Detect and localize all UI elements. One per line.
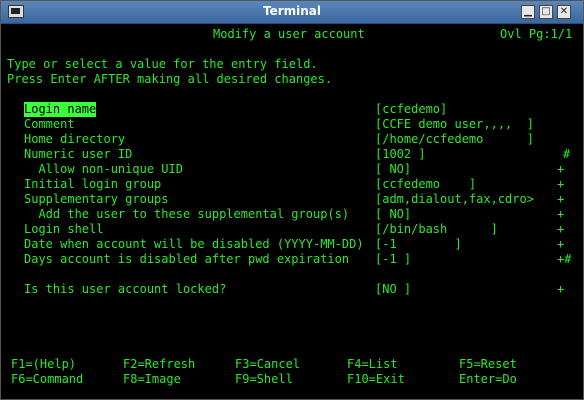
fkey-command[interactable]: F6=Command xyxy=(11,372,83,387)
field-marker: +# xyxy=(557,252,572,266)
terminal-window: Terminal ▁ □ ✕ Modify a user account Ovl… xyxy=(0,0,584,400)
field-label-account-disable-date[interactable]: Date when account will be disabled (YYYY… xyxy=(24,237,364,252)
fkey-shell[interactable]: F9=Shell xyxy=(235,372,293,387)
fkey-list[interactable]: F4=List xyxy=(347,357,398,372)
field-marker: # xyxy=(563,147,571,161)
terminal-screen[interactable]: Modify a user account Ovl Pg:1/1 Type or… xyxy=(7,24,577,394)
field-value-account-locked[interactable]: [NO ] xyxy=(375,282,411,297)
title-bar[interactable]: Terminal ▁ □ ✕ xyxy=(1,1,583,24)
field-label-numeric-uid[interactable]: Numeric user ID xyxy=(24,147,132,162)
fkey-enter-do[interactable]: Enter=Do xyxy=(459,372,517,387)
field-marker: + xyxy=(557,207,565,221)
fkey-help[interactable]: F1=(Help) xyxy=(11,357,76,372)
field-marker: + xyxy=(557,192,565,206)
fkey-image[interactable]: F8=Image xyxy=(123,372,181,387)
field-value-allow-non-unique-uid[interactable]: [ NO] xyxy=(375,162,411,177)
field-marker: + xyxy=(557,222,565,236)
screen-title: Modify a user account xyxy=(213,27,365,41)
field-label-home-directory[interactable]: Home directory xyxy=(24,132,125,147)
field-label-supplementary-groups[interactable]: Supplementary groups xyxy=(24,192,169,207)
maximize-button[interactable]: □ xyxy=(539,5,553,19)
field-marker: + xyxy=(557,282,565,296)
window-title: Terminal xyxy=(262,4,322,18)
instruction-line-2: Press Enter AFTER making all desired cha… xyxy=(7,72,333,86)
field-label-initial-login-group[interactable]: Initial login group xyxy=(24,177,161,192)
field-label-login-name[interactable]: Login name xyxy=(24,102,97,117)
instruction-line-1: Type or select a value for the entry fie… xyxy=(7,57,318,71)
field-value-supplementary-groups[interactable]: [adm,dialout,fax,cdro> xyxy=(375,192,534,207)
field-value-login-name[interactable]: [ccfedemo] xyxy=(375,102,447,117)
fkey-refresh[interactable]: F2=Refresh xyxy=(123,357,195,372)
field-value-home-directory[interactable]: [/home/ccfedemo ] xyxy=(375,132,534,147)
field-value-login-shell[interactable]: [/bin/bash ] xyxy=(375,222,498,237)
field-marker: + xyxy=(557,162,565,176)
close-button[interactable]: ✕ xyxy=(557,5,571,19)
field-marker: + xyxy=(557,237,565,251)
field-marker: + xyxy=(557,177,565,191)
fkey-reset[interactable]: F5=Reset xyxy=(459,357,517,372)
page-indicator: Ovl Pg:1/1 xyxy=(500,27,573,41)
fkey-cancel[interactable]: F3=Cancel xyxy=(235,357,300,372)
field-value-account-disable-date[interactable]: [-1 ] xyxy=(375,237,462,252)
field-label-add-supplemental-groups[interactable]: Add the user to these supplemental group… xyxy=(24,207,349,222)
minimize-button[interactable]: ▁ xyxy=(521,5,535,19)
field-value-numeric-uid[interactable]: [1002 ] xyxy=(375,147,426,162)
field-value-add-supplemental-groups[interactable]: [ NO] xyxy=(375,207,411,222)
field-label-comment[interactable]: Comment xyxy=(24,117,75,132)
field-value-initial-login-group[interactable]: [ccfedemo ] xyxy=(375,177,476,192)
field-label-account-locked[interactable]: Is this user account locked? xyxy=(24,282,226,297)
field-label-login-shell[interactable]: Login shell xyxy=(24,222,103,237)
field-value-comment[interactable]: [CCFE demo user,,,, ] xyxy=(375,117,534,132)
field-value-days-disabled-after-expiration[interactable]: [-1 ] xyxy=(375,252,411,267)
field-label-allow-non-unique-uid[interactable]: Allow non-unique UID xyxy=(24,162,183,177)
fkey-exit[interactable]: F10=Exit xyxy=(347,372,405,387)
field-label-days-disabled-after-expiration[interactable]: Days account is disabled after pwd expir… xyxy=(24,252,349,267)
